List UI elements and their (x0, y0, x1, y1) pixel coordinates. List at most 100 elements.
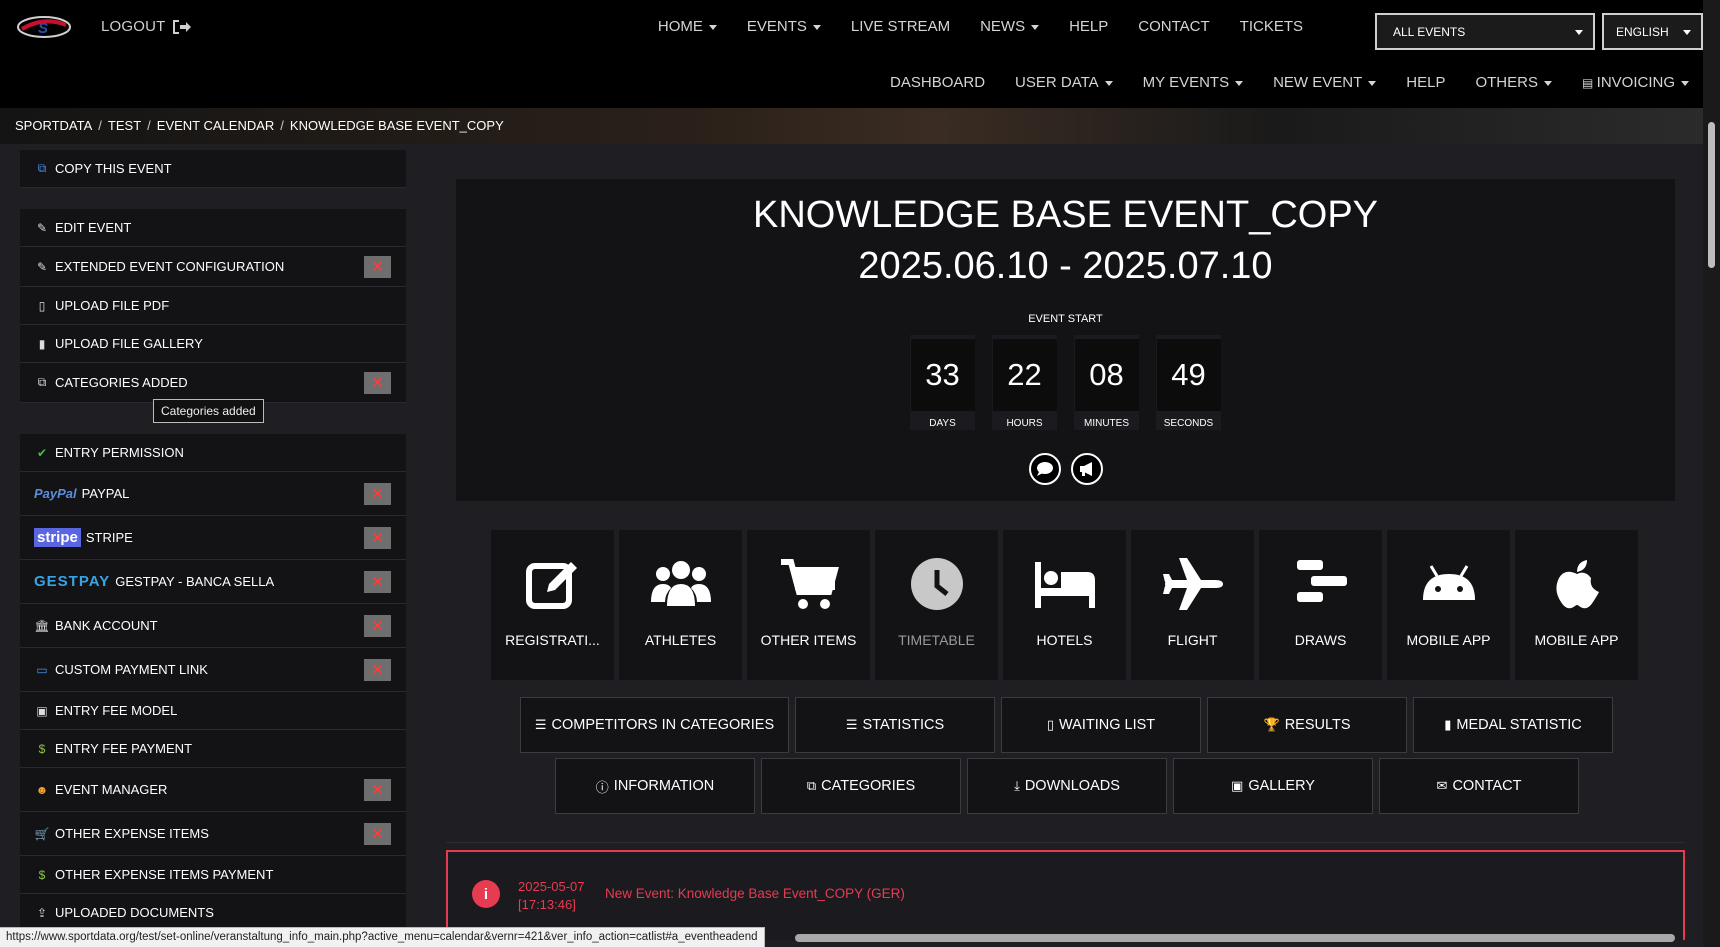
sidebar-item-entry-fee-payment[interactable]: $ ENTRY FEE PAYMENT (20, 730, 406, 768)
sidebar-item-entry-permission[interactable]: ✔ ENTRY PERMISSION (20, 434, 406, 472)
sidebar-item-label: EVENT MANAGER (55, 782, 168, 797)
remove-button[interactable]: ✕ (364, 483, 391, 505)
breadcrumb-event-calendar[interactable]: EVENT CALENDAR (157, 118, 275, 133)
breadcrumb-sportdata[interactable]: SPORTDATA (15, 118, 92, 133)
sidebar-item-bank-account[interactable]: 🏛 BANK ACCOUNT ✕ (20, 604, 406, 648)
tile-mobile-app-apple[interactable]: MOBILE APP (1515, 530, 1638, 680)
remove-button[interactable]: ✕ (364, 527, 391, 549)
edit-file-icon: ✎ (36, 220, 48, 235)
sidebar-item-stripe[interactable]: stripe STRIPE ✕ (20, 516, 406, 560)
sidebar-item-other-expense-items[interactable]: 🛒 OTHER EXPENSE ITEMS ✕ (20, 812, 406, 856)
scrollbar-thumb[interactable] (1708, 122, 1715, 268)
pdf-file-icon: ▯ (38, 298, 46, 313)
nav-tickets[interactable]: TICKETS (1240, 18, 1303, 35)
sidebar-item-other-expense-payment[interactable]: $ OTHER EXPENSE ITEMS PAYMENT (20, 856, 406, 894)
breadcrumb-separator: / (98, 118, 102, 133)
tile-timetable[interactable]: TIMETABLE (875, 530, 998, 680)
sidebar-item-categories-added[interactable]: ⧉ CATEGORIES ADDED ✕ (20, 363, 406, 403)
sidebar-item-label: EXTENDED EVENT CONFIGURATION (55, 259, 285, 274)
hero-actions (456, 453, 1675, 485)
notice-link[interactable]: New Event: Knowledge Base Event_COPY (GE… (605, 886, 905, 901)
gestpay-logo: GESTPAY (34, 573, 111, 590)
chat-icon[interactable] (1028, 453, 1061, 485)
downloads-button[interactable]: ⤓ DOWNLOADS (967, 758, 1167, 814)
nav-contact[interactable]: CONTACT (1138, 18, 1209, 35)
nav-help-2[interactable]: HELP (1406, 74, 1445, 91)
events-select[interactable]: ALL EVENTS (1375, 13, 1595, 50)
sidebar-item-entry-fee-model[interactable]: ▣ ENTRY FEE MODEL (20, 692, 406, 730)
divider (446, 842, 1685, 843)
button-label: INFORMATION (613, 778, 715, 794)
user-icon: ☻ (35, 782, 49, 797)
breadcrumb-test[interactable]: TEST (108, 118, 141, 133)
sidebar-item-label: UPLOAD FILE GALLERY (55, 336, 203, 351)
sidebar-item-custom-payment-link[interactable]: ▭ CUSTOM PAYMENT LINK ✕ (20, 648, 406, 692)
nav-help[interactable]: HELP (1069, 18, 1108, 35)
sidebar-item-label: OTHER EXPENSE ITEMS PAYMENT (55, 867, 274, 882)
contact-button[interactable]: ✉ CONTACT (1379, 758, 1579, 814)
sidebar-item-label: COPY THIS EVENT (55, 161, 172, 176)
sidebar-item-paypal[interactable]: PayPal PAYPAL ✕ (20, 472, 406, 516)
countdown-label: HOURS (1006, 418, 1043, 429)
tile-label: TIMETABLE (898, 632, 975, 648)
tile-label: REGISTRATI... (505, 632, 600, 648)
tile-draws[interactable]: DRAWS (1259, 530, 1382, 680)
nav-live-stream[interactable]: LIVE STREAM (851, 18, 950, 35)
nav-home[interactable]: HOME (658, 18, 717, 35)
sidebar-item-gestpay[interactable]: GESTPAY GESTPAY - BANCA SELLA ✕ (20, 560, 406, 604)
event-start-label: EVENT START (1028, 313, 1103, 325)
sidebar-item-event-manager[interactable]: ☻ EVENT MANAGER ✕ (20, 768, 406, 812)
edit-file-icon: ✎ (36, 259, 48, 274)
nav-user-data[interactable]: USER DATA (1015, 74, 1113, 91)
nav-invoicing[interactable]: ▤ INVOICING (1582, 74, 1689, 91)
logout-link[interactable]: LOGOUT (101, 18, 192, 35)
megaphone-icon[interactable] (1070, 453, 1103, 485)
remove-button[interactable]: ✕ (364, 571, 391, 593)
sidebar-item-label: UPLOAD FILE PDF (55, 298, 170, 313)
sidebar-item-edit-event[interactable]: ✎ EDIT EVENT (20, 209, 406, 247)
sportdata-logo[interactable]: S (16, 14, 72, 40)
remove-button[interactable]: ✕ (364, 823, 391, 845)
nav-dashboard[interactable]: DASHBOARD (890, 74, 985, 91)
remove-button[interactable]: ✕ (364, 372, 391, 394)
results-button[interactable]: 🏆 RESULTS (1207, 697, 1407, 753)
button-label: STATISTICS (862, 717, 945, 733)
nav-new-event[interactable]: NEW EVENT (1273, 74, 1376, 91)
gallery-button[interactable]: ▣ GALLERY (1173, 758, 1373, 814)
remove-button[interactable]: ✕ (364, 615, 391, 637)
download-icon: ⤓ (1014, 778, 1020, 793)
tile-other-items[interactable]: OTHER ITEMS (747, 530, 870, 680)
medal-statistic-button[interactable]: ▮ MEDAL STATISTIC (1413, 697, 1613, 753)
waiting-list-button[interactable]: ▯ WAITING LIST (1001, 697, 1201, 753)
sidebar-item-extended-config[interactable]: ✎ EXTENDED EVENT CONFIGURATION ✕ (20, 247, 406, 287)
remove-button[interactable]: ✕ (364, 659, 391, 681)
bank-icon: 🏛 (34, 618, 50, 633)
categories-button[interactable]: ⧉ CATEGORIES (761, 758, 961, 814)
nav-news[interactable]: NEWS (980, 18, 1039, 35)
money-bag-icon: $ (38, 867, 46, 882)
tile-athletes[interactable]: ATHLETES (619, 530, 742, 680)
copy-icon: ⧉ (37, 375, 47, 389)
tile-flight[interactable]: FLIGHT (1131, 530, 1254, 680)
sub-nav: DASHBOARD USER DATA MY EVENTS NEW EVENT … (890, 74, 1689, 91)
nav-others[interactable]: OTHERS (1475, 74, 1552, 91)
statistics-button[interactable]: ☰ STATISTICS (795, 697, 995, 753)
sidebar-item-upload-gallery[interactable]: ▮ UPLOAD FILE GALLERY (20, 325, 406, 363)
vertical-scrollbar[interactable] (1703, 0, 1720, 947)
sidebar-item-upload-pdf[interactable]: ▯ UPLOAD FILE PDF (20, 287, 406, 325)
language-select[interactable]: ENGLISH (1602, 13, 1703, 50)
information-button[interactable]: ⓘ INFORMATION (555, 758, 755, 814)
tile-label: MOBILE APP (1406, 632, 1491, 648)
horizontal-scrollbar[interactable] (795, 934, 1675, 942)
tile-hotels[interactable]: HOTELS (1003, 530, 1126, 680)
tile-mobile-app-android[interactable]: MOBILE APP (1387, 530, 1510, 680)
nav-events[interactable]: EVENTS (747, 18, 821, 35)
sidebar-item-copy-event[interactable]: ⧉ COPY THIS EVENT (20, 150, 406, 188)
countdown-hours: 22 HOURS (992, 335, 1057, 430)
remove-button[interactable]: ✕ (364, 779, 391, 801)
remove-button[interactable]: ✕ (364, 256, 391, 278)
sidebar-item-label: CUSTOM PAYMENT LINK (55, 662, 208, 677)
competitors-in-categories-button[interactable]: ☰ COMPETITORS IN CATEGORIES (520, 697, 789, 753)
nav-my-events[interactable]: MY EVENTS (1143, 74, 1243, 91)
tile-registration[interactable]: REGISTRATI... (491, 530, 614, 680)
